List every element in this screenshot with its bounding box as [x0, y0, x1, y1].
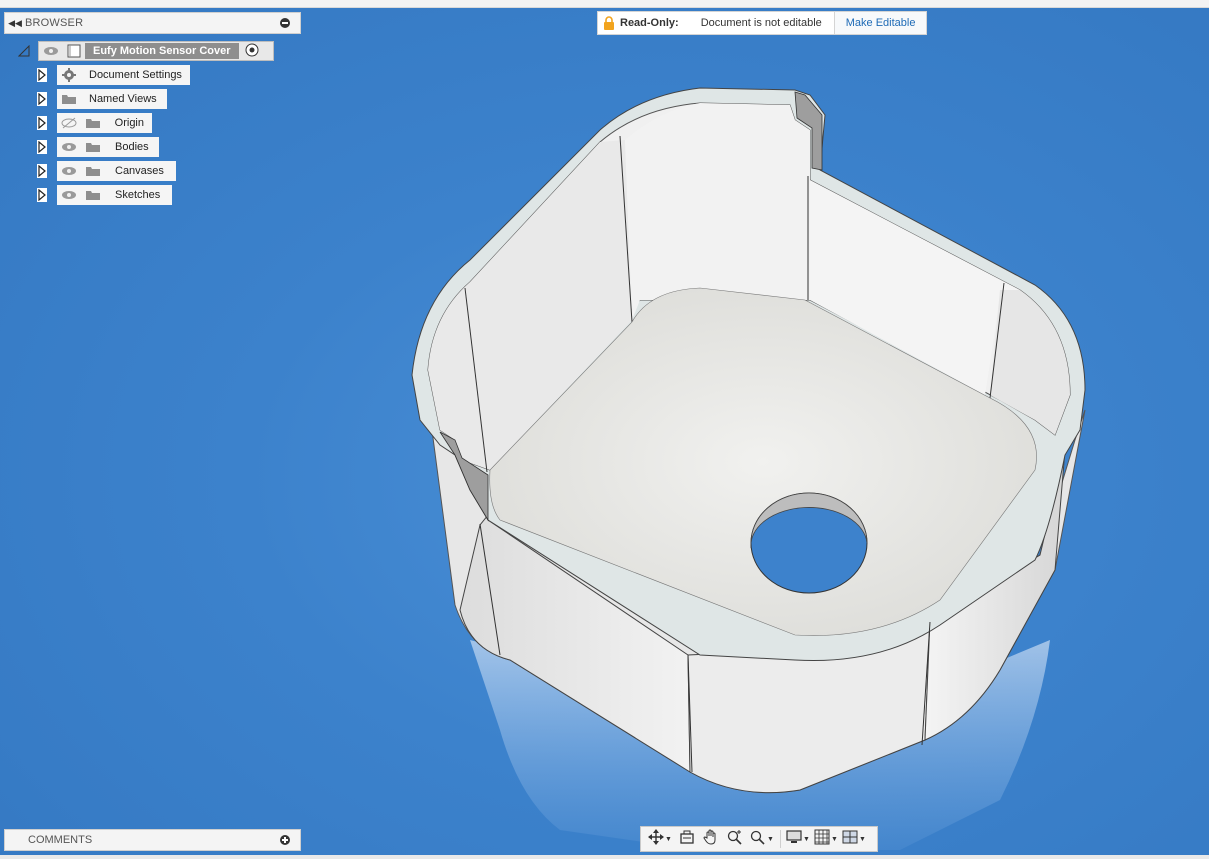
tree-root-node[interactable]: Eufy Motion Sensor Cover — [38, 41, 274, 61]
comments-panel[interactable]: COMMENTS — [4, 829, 301, 851]
3d-model[interactable] — [0, 8, 1209, 859]
grid-icon — [814, 829, 830, 850]
zoom-icon — [727, 829, 743, 850]
minimize-icon[interactable] — [280, 18, 290, 28]
add-comment-icon[interactable] — [280, 835, 290, 845]
toolbar-separator — [780, 830, 781, 848]
lock-icon — [598, 16, 620, 30]
viewports-button[interactable]: ▼ — [840, 828, 868, 850]
look-at-button[interactable] — [675, 828, 699, 850]
eye-icon[interactable] — [57, 161, 81, 181]
viewports-icon — [842, 829, 858, 850]
orbit-button[interactable]: ▼ — [645, 828, 675, 850]
expand-document-settings-icon[interactable] — [37, 68, 47, 82]
expand-root-icon[interactable] — [17, 44, 30, 62]
browser-panel-header[interactable]: ◀◀ BROWSER — [4, 12, 301, 34]
eye-icon[interactable] — [39, 41, 63, 61]
eye-hidden-icon[interactable] — [57, 113, 81, 133]
collapse-panel-icon[interactable]: ◀◀ — [5, 18, 25, 29]
folder-icon — [81, 161, 105, 181]
tree-item-bodies[interactable]: Bodies — [57, 137, 159, 157]
canvas-viewport[interactable] — [0, 8, 1209, 859]
read-only-message: Document is not editable — [700, 17, 822, 29]
tree-item-label: Canvases — [115, 165, 164, 177]
look-at-icon — [679, 829, 695, 850]
tree-item-label: Sketches — [115, 189, 161, 201]
tree-item-label: Bodies — [115, 141, 149, 153]
expand-canvases-icon[interactable] — [37, 164, 47, 178]
tree-item-named-views[interactable]: Named Views — [57, 89, 167, 109]
gear-icon — [57, 65, 81, 85]
tree-item-document-settings[interactable]: Document Settings — [57, 65, 190, 85]
folder-icon — [81, 185, 105, 205]
zoom-button[interactable] — [723, 828, 747, 850]
tree-item-label: Named Views — [89, 93, 157, 105]
comments-title: COMMENTS — [28, 834, 93, 846]
read-only-banner: Read-Only: Document is not editable Make… — [597, 11, 928, 35]
tree-item-sketches[interactable]: Sketches — [57, 185, 172, 205]
folder-icon — [57, 89, 81, 109]
root-component-label: Eufy Motion Sensor Cover — [85, 43, 239, 59]
browser-title: BROWSER — [25, 17, 84, 29]
component-icon — [63, 41, 85, 61]
fit-icon — [750, 829, 766, 850]
tree-item-label: Origin — [114, 117, 144, 129]
title-strip — [0, 0, 1209, 8]
expand-sketches-icon[interactable] — [37, 188, 47, 202]
display-settings-icon — [786, 829, 802, 850]
tree-item-canvases[interactable]: Canvases — [57, 161, 176, 181]
folder-icon — [81, 137, 105, 157]
read-only-label: Read-Only: — [620, 17, 679, 29]
tree-item-label: Document Settings — [89, 69, 182, 81]
status-strip — [0, 855, 1209, 859]
eye-icon[interactable] — [57, 185, 81, 205]
display-settings-button[interactable]: ▼ — [784, 828, 812, 850]
navigation-toolbar: ▼ ▼ ▼ ▼ ▼ — [640, 826, 878, 852]
expand-named-views-icon[interactable] — [37, 92, 47, 106]
folder-icon — [81, 113, 105, 133]
pan-icon — [703, 828, 719, 850]
make-editable-button[interactable]: Make Editable — [833, 12, 927, 34]
activate-radio-icon[interactable] — [245, 43, 259, 60]
grid-button[interactable]: ▼ — [812, 828, 840, 850]
fit-button[interactable]: ▼ — [747, 828, 777, 850]
expand-bodies-icon[interactable] — [37, 140, 47, 154]
pan-button[interactable] — [699, 828, 723, 850]
tree-item-origin[interactable]: Origin — [57, 113, 152, 133]
expand-origin-icon[interactable] — [37, 116, 47, 130]
eye-icon[interactable] — [57, 137, 81, 157]
orbit-icon — [648, 828, 665, 850]
